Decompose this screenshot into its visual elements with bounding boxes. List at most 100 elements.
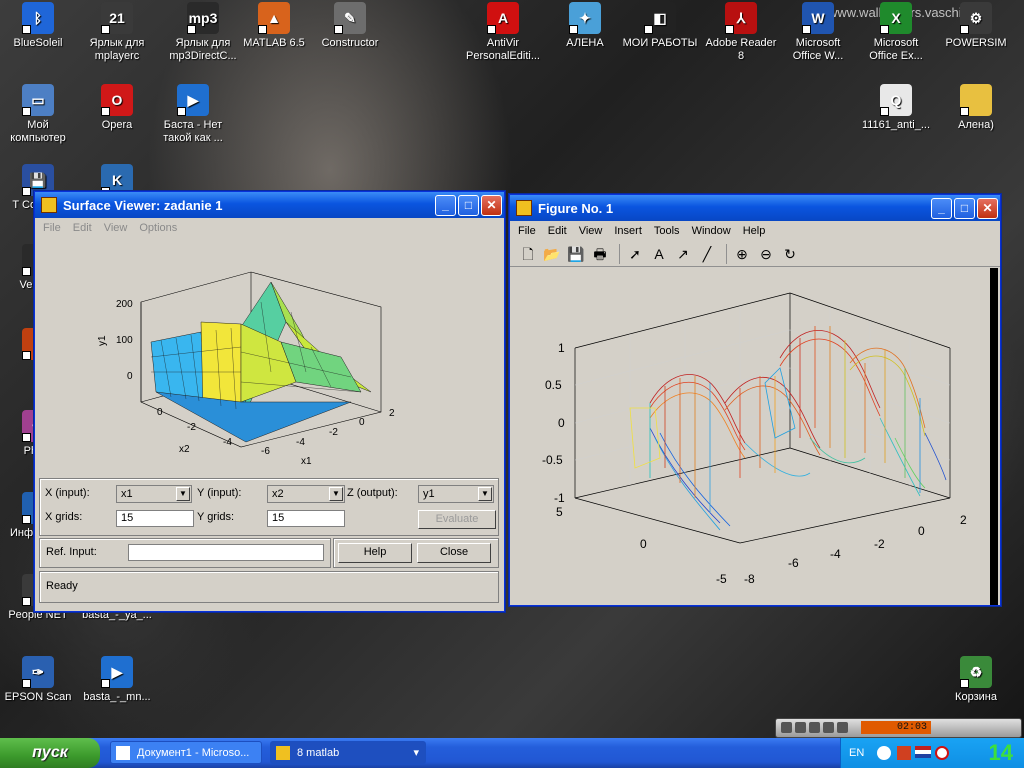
zoom-in-icon[interactable]: ⊕ [732,244,752,264]
shortcut-icon: ▶ [101,656,133,688]
task-matlab-group[interactable]: 8 matlab ▾ [270,741,426,764]
desktop-icon-label: Microsoft Office W... [792,37,844,62]
arrow-icon[interactable]: ↗ [673,244,693,264]
media-tray-icon[interactable] [897,746,911,760]
x-tick-m8: -8 [744,572,755,586]
next-button-icon[interactable] [837,722,848,733]
evaluate-button[interactable]: Evaluate [418,510,496,529]
close-button[interactable]: Close [417,543,491,563]
x-grids-input[interactable]: 15 [116,510,194,527]
desktop-icon[interactable]: ⅄ Adobe Reader 8 [703,2,779,63]
menu-edit[interactable]: Edit [67,222,98,234]
maximize-icon[interactable]: □ [954,197,975,219]
desktop-icon[interactable]: W Microsoft Office W... [780,2,856,63]
desktop-icon[interactable]: ▲ MATLAB 6.5 [236,2,312,50]
rotate-icon[interactable]: ↻ [780,244,800,264]
shortcut-icon: ᛒ [22,2,54,34]
desktop-icon[interactable]: ▶ basta_-_mn... [79,656,155,704]
y-grids-input[interactable]: 15 [267,510,345,527]
prev-button-icon[interactable] [823,722,834,733]
x1-tick-m2: -2 [329,427,338,438]
y-input-select[interactable]: x2 ▼ [267,485,345,503]
close-icon[interactable]: ✕ [481,194,502,216]
y-input-label: Y (input): [197,487,242,499]
desktop-icon[interactable]: ▶ Баста - Нет такой как ... [155,84,231,145]
save-icon[interactable]: 💾 [566,244,586,264]
chevron-down-icon[interactable]: ▼ [478,487,492,501]
desktop-icon[interactable]: Q 11161_anti_... [858,84,934,132]
surface-viewer-title: Surface Viewer: zadanie 1 [63,197,223,213]
menu-file[interactable]: File [37,222,67,234]
line-icon[interactable]: ╱ [697,244,717,264]
figure-titlebar[interactable]: Figure No. 1 _ □ ✕ [510,195,1000,221]
desktop-icon[interactable]: ✑ EPSON Scan [0,656,76,704]
x2-tick-m2: -2 [187,422,196,433]
desktop-icon-label: Ярлык для mplayerc [89,37,145,62]
antivir-tray-icon[interactable] [935,746,949,760]
language-indicator[interactable]: EN [849,738,864,768]
flag-tray-icon[interactable] [915,746,931,758]
figure-window[interactable]: Figure No. 1 _ □ ✕ File Edit View Insert… [509,194,1001,606]
chevron-down-icon[interactable]: ▼ [176,487,190,501]
text-icon[interactable]: A [649,244,669,264]
menu-view[interactable]: View [573,225,609,237]
desktop-icon[interactable]: Алена) [938,84,1014,132]
menu-file[interactable]: File [512,225,542,237]
menu-tools[interactable]: Tools [648,225,686,237]
chevron-down-icon[interactable]: ▾ [413,742,419,765]
select-arrow-icon[interactable]: ➚ [625,244,645,264]
matlab-app-icon [41,197,57,213]
desktop-icon[interactable]: A AntiVir PersonalEditi... [465,2,541,63]
bluetooth-tray-icon[interactable] [877,746,891,760]
desktop-icon-label: Opera [101,119,133,131]
media-player-bar[interactable]: 02:03 [775,718,1022,738]
surface-viewer-window[interactable]: Surface Viewer: zadanie 1 _ □ ✕ File Edi… [34,191,505,612]
desktop-icon[interactable]: ✦ АЛЕНА [547,2,623,50]
x-input-select[interactable]: x1 ▼ [116,485,192,503]
new-icon[interactable]: 🗋 [518,244,538,264]
desktop-icon[interactable]: mp3 Ярлык для mp3DirectC... [165,2,241,63]
pause-button-icon[interactable] [795,722,806,733]
desktop-icon[interactable]: ᛒ BlueSoleil [0,2,76,50]
open-icon[interactable]: 📂 [542,244,562,264]
chevron-down-icon[interactable]: ▼ [329,487,343,501]
stop-button-icon[interactable] [809,722,820,733]
desktop-icon[interactable]: ▭ Мой компьютер [0,84,76,145]
task-word-document[interactable]: Документ1 - Microso... [110,741,262,764]
desktop-icon[interactable]: ♻ Корзина [938,656,1014,704]
z-output-select[interactable]: y1 ▼ [418,485,494,503]
clock[interactable]: 14 39 25 [989,739,1013,767]
menu-window[interactable]: Window [686,225,737,237]
minimize-icon[interactable]: _ [435,194,456,216]
zoom-out-icon[interactable]: ⊖ [756,244,776,264]
close-icon[interactable]: ✕ [977,197,998,219]
surface-viewer-menubar: File Edit View Options [35,218,504,237]
desktop-icon[interactable]: ⚙ POWERSIM [938,2,1014,50]
menu-view[interactable]: View [98,222,134,234]
toolbar-separator [726,243,727,264]
menu-help[interactable]: Help [737,225,772,237]
shortcut-icon: ▭ [22,84,54,116]
mesh-plot[interactable]: 1 0.5 0 -0.5 -1 5 0 -5 -8 -6 -4 -2 0 2 [510,268,998,605]
shortcut-icon: ♻ [960,656,992,688]
desktop-icon[interactable]: 21 Ярлык для mplayerc [79,2,155,63]
desktop-icon[interactable]: O Opera [79,84,155,132]
maximize-icon[interactable]: □ [458,194,479,216]
surface-plot[interactable]: 200 100 0 y1 0 -2 -4 x2 -6 -4 -2 0 2 x1 [91,252,411,472]
play-button-icon[interactable] [781,722,792,733]
desktop-icon[interactable]: ◧ МОИ РАБОТЫ [622,2,698,50]
toolbar-separator [619,243,620,264]
menu-edit[interactable]: Edit [542,225,573,237]
menu-options[interactable]: Options [133,222,183,234]
minimize-icon[interactable]: _ [931,197,952,219]
surface-viewer-titlebar[interactable]: Surface Viewer: zadanie 1 _ □ ✕ [35,192,504,218]
help-button[interactable]: Help [338,543,412,563]
x2-axis-label: x2 [179,444,190,455]
shortcut-icon: ⚙ [960,2,992,34]
desktop-icon[interactable]: ✎ Constructor [312,2,388,50]
desktop-icon[interactable]: X Microsoft Office Ex... [858,2,934,63]
ref-input-field[interactable] [128,544,324,561]
menu-insert[interactable]: Insert [608,225,648,237]
print-icon[interactable]: 🖶 [590,244,610,264]
start-button[interactable]: пуск [0,738,100,768]
